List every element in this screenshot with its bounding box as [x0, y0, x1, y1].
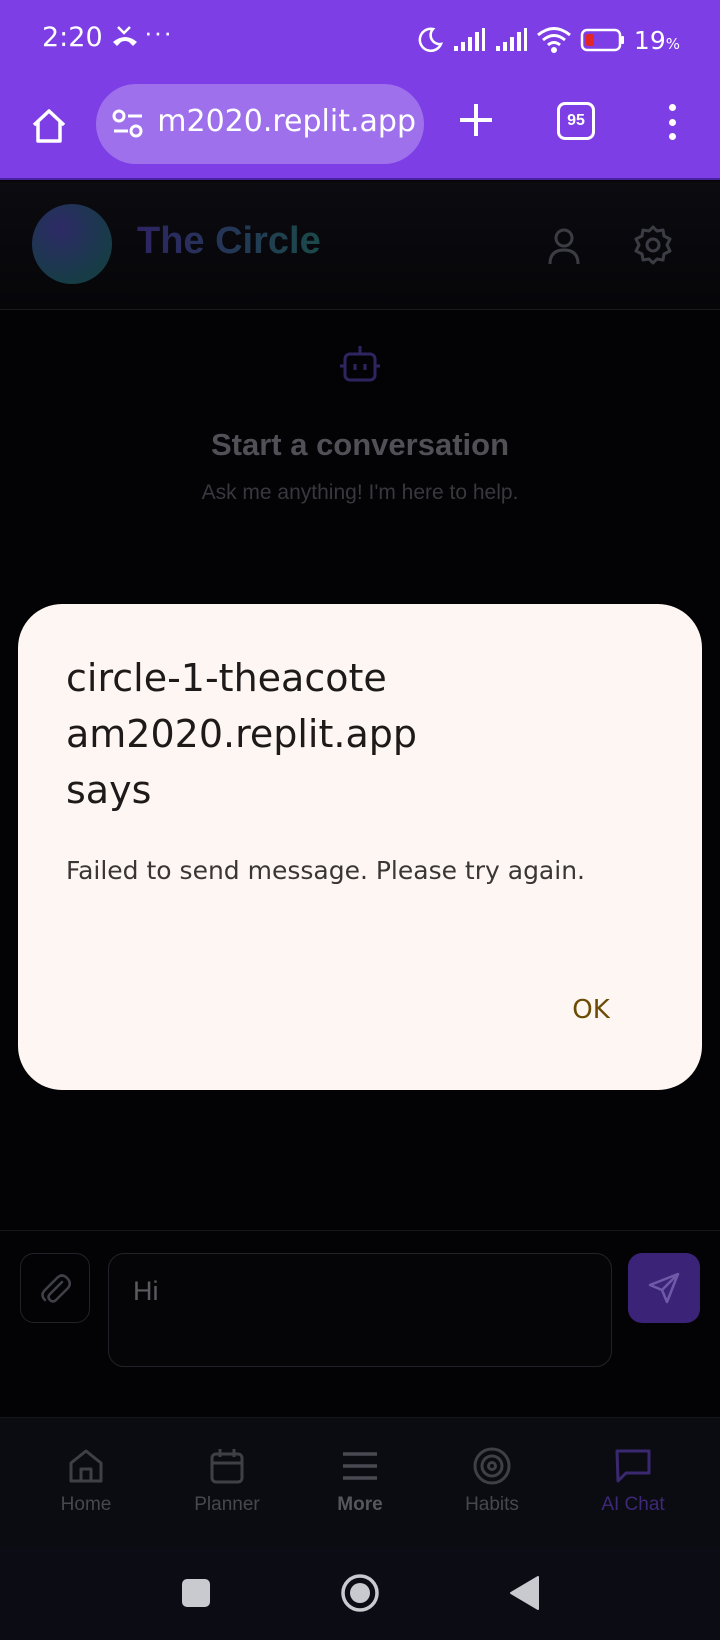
dialog-title-line: says — [66, 768, 152, 812]
nav-item-planner[interactable]: Planner — [162, 1446, 292, 1516]
message-input[interactable]: Hi — [108, 1253, 612, 1367]
wifi-icon — [536, 27, 571, 53]
new-tab-plus-icon[interactable] — [452, 96, 500, 144]
bottom-navigation: Home Planner More Habits AI Chat — [0, 1417, 720, 1546]
chat-icon — [615, 1449, 651, 1483]
signal-icon-sim1 — [453, 28, 485, 51]
recents-square-icon — [182, 1579, 210, 1607]
calendar-icon — [210, 1449, 244, 1484]
message-composer: Hi — [0, 1230, 720, 1416]
status-right-group: 19% — [416, 20, 680, 60]
nav-item-habits[interactable]: Habits — [427, 1446, 557, 1516]
status-bar: 2:20 ··· 19% — [0, 0, 720, 78]
menu-icon — [343, 1452, 377, 1480]
recents-button[interactable] — [172, 1546, 220, 1640]
send-button[interactable] — [628, 1253, 700, 1323]
status-time: 2:20 — [42, 22, 103, 53]
signal-icon-sim2 — [495, 28, 527, 51]
do-not-disturb-moon-icon — [418, 27, 443, 53]
dialog-message: Failed to send message. Please try again… — [66, 856, 585, 885]
site-settings-icon[interactable] — [110, 106, 146, 142]
app-logo — [32, 204, 112, 284]
home-system-button[interactable] — [336, 1546, 384, 1640]
battery-icon — [580, 28, 624, 52]
dialog-title-line: am2020.replit.app — [66, 712, 417, 756]
home-icon — [69, 1449, 103, 1483]
attach-button[interactable] — [20, 1253, 90, 1323]
nav-label-planner: Planner — [194, 1494, 260, 1515]
home-icon — [32, 109, 66, 143]
nav-label-ai-chat: AI Chat — [601, 1494, 665, 1515]
empty-state-title: Start a conversation — [210, 427, 510, 462]
alert-dialog: circle-1-theacote am2020.replit.app says… — [18, 604, 702, 1090]
empty-chat-state: Start a conversation Ask me anything! I'… — [0, 342, 720, 505]
phone-screen: 2:20 ··· 19% m2020.replit.app 95 The Cir… — [0, 0, 720, 1640]
bot-icon — [340, 346, 380, 382]
target-icon — [473, 1447, 511, 1485]
battery-percent-value: 19 — [633, 25, 666, 55]
app-title: The Circle — [137, 220, 321, 262]
home-circle-icon — [341, 1574, 379, 1612]
dialog-ok-button[interactable]: OK — [548, 988, 634, 1032]
menu-dot — [668, 118, 676, 126]
nav-item-ai-chat[interactable]: AI Chat — [568, 1446, 698, 1516]
missed-call-icon — [113, 26, 137, 46]
battery-percent: 19% — [634, 26, 680, 55]
url-text: m2020.replit.app — [160, 104, 416, 139]
profile-user-icon[interactable] — [542, 224, 586, 268]
address-bar[interactable]: m2020.replit.app — [96, 84, 424, 164]
browser-menu-button[interactable] — [660, 98, 684, 146]
app-header: The Circle — [0, 182, 720, 310]
battery-percent-unit: % — [665, 34, 680, 53]
nav-label-more: More — [337, 1494, 383, 1515]
dialog-title-line: circle-1-theacote — [66, 656, 387, 700]
tab-switcher-button[interactable]: 95 — [557, 102, 595, 140]
send-icon — [648, 1272, 680, 1304]
empty-state-subtitle: Ask me anything! I'm here to help. — [201, 481, 519, 504]
nav-label-home: Home — [60, 1494, 112, 1515]
nav-item-home[interactable]: Home — [21, 1446, 151, 1516]
back-triangle-icon — [510, 1576, 539, 1610]
menu-dot — [668, 104, 676, 111]
nav-item-more[interactable]: More — [295, 1446, 425, 1516]
nav-label-habits: Habits — [465, 1494, 519, 1515]
more-notifications-indicator: ··· — [144, 17, 173, 47]
tab-count: 95 — [567, 112, 585, 129]
system-navigation-bar — [0, 1546, 720, 1640]
browser-home-button[interactable] — [22, 99, 76, 153]
settings-gear-icon[interactable] — [630, 222, 676, 268]
browser-toolbar: m2020.replit.app 95 — [0, 78, 720, 180]
menu-dot — [668, 133, 676, 140]
paperclip-icon — [41, 1274, 71, 1303]
dialog-title: circle-1-theacote am2020.replit.app says — [66, 650, 566, 818]
back-button[interactable] — [500, 1546, 548, 1640]
